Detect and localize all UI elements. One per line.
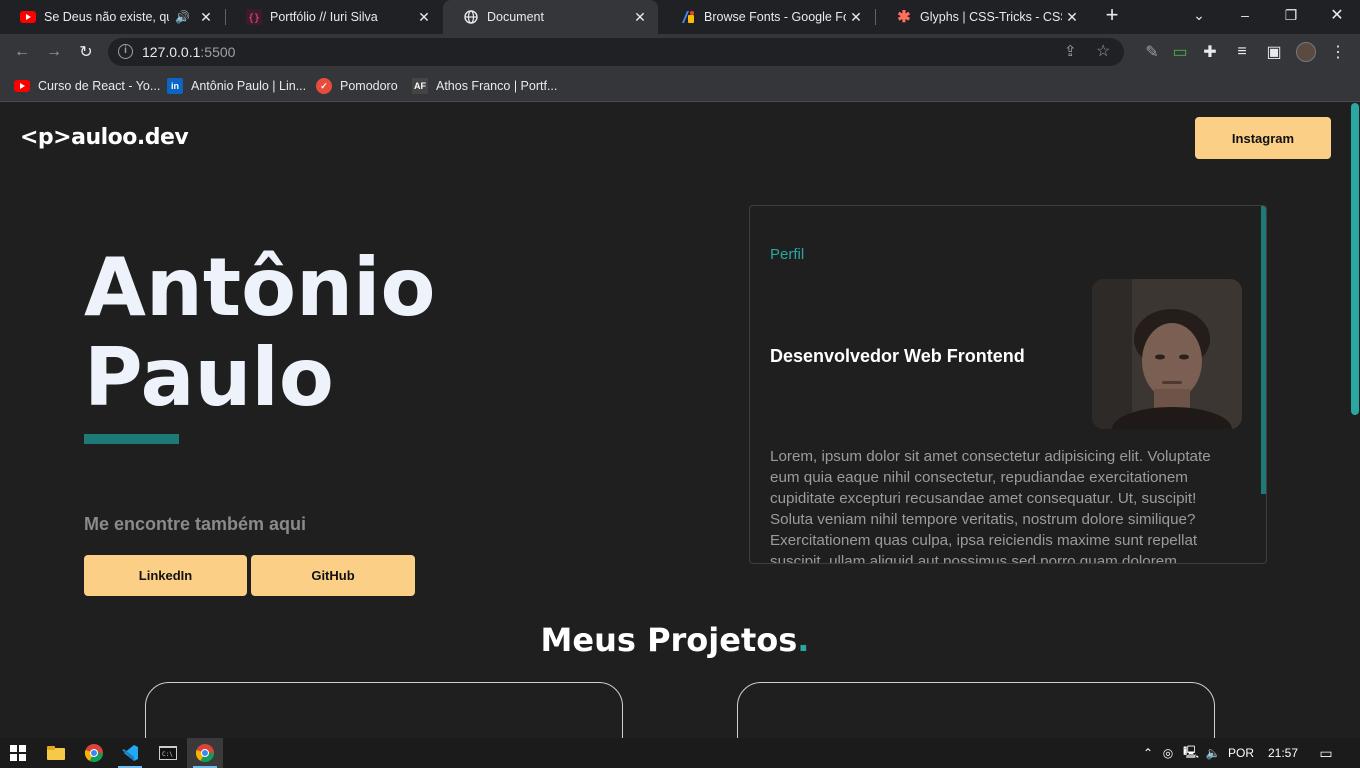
svg-text:C:\: C:\ bbox=[162, 751, 173, 758]
hero-last-name: Paulo bbox=[84, 331, 334, 424]
bookmark-star-icon[interactable]: ☆ bbox=[1096, 41, 1110, 61]
address-bar[interactable]: i 127.0.0.1:5500 ⇪ ☆ bbox=[108, 38, 1124, 66]
tab-google-fonts[interactable]: Browse Fonts - Google Fonts ✕ bbox=[660, 0, 874, 34]
new-tab-button[interactable]: + bbox=[1090, 0, 1134, 30]
file-explorer-icon[interactable] bbox=[38, 738, 74, 768]
find-me-heading: Me encontre também aqui bbox=[84, 514, 307, 534]
tab-css-tricks[interactable]: ✱ Glyphs | CSS-Tricks - CSS-Tric ✕ bbox=[876, 0, 1090, 34]
extension-pen-icon[interactable]: ✎ bbox=[1140, 40, 1164, 64]
page-scrollbar[interactable] bbox=[1350, 103, 1360, 738]
project-card[interactable] bbox=[737, 682, 1215, 738]
close-tab-icon[interactable]: ✕ bbox=[846, 9, 866, 26]
profile-role: Desenvolvedor Web Frontend bbox=[770, 346, 1025, 366]
forward-icon[interactable]: → bbox=[42, 40, 66, 64]
network-icon[interactable]: 🖳 bbox=[1180, 743, 1202, 764]
close-tab-icon[interactable]: ✕ bbox=[630, 9, 650, 26]
media-queue-icon[interactable]: ≡ bbox=[1230, 40, 1254, 64]
tab-document[interactable]: Document ✕ bbox=[443, 0, 658, 34]
profile-bio: Lorem, ipsum dolor sit amet consectetur … bbox=[770, 448, 1211, 564]
notifications-icon[interactable]: ▭ bbox=[1308, 745, 1344, 762]
minimize-button[interactable]: – bbox=[1222, 0, 1268, 30]
tab-strip: Se Deus não existe, qual 🔊 ✕ {} Portfóli… bbox=[0, 0, 1360, 34]
tab-youtube[interactable]: Se Deus não existe, qual 🔊 ✕ bbox=[0, 0, 224, 34]
input-language[interactable]: POR bbox=[1224, 746, 1258, 760]
tab-portfolio[interactable]: {} Portfólio // Iuri Silva ✕ bbox=[226, 0, 442, 34]
side-panel-icon[interactable]: ▣ bbox=[1262, 40, 1286, 64]
show-hidden-icons[interactable]: ⌃ bbox=[1140, 746, 1156, 760]
youtube-icon bbox=[20, 9, 36, 25]
profile-card: Perfil Desenvolvedor Web Frontend Lorem,… bbox=[749, 205, 1267, 564]
profile-avatar[interactable] bbox=[1294, 40, 1318, 64]
chrome-active-icon[interactable] bbox=[187, 738, 223, 768]
profile-photo bbox=[1092, 279, 1242, 429]
volume-icon[interactable]: 🔈 bbox=[1202, 746, 1224, 760]
terminal-icon[interactable]: C:\ bbox=[150, 738, 186, 768]
windows-taskbar: C:\ ⌃ ◎ 🖳 🔈 POR 21:57 ▭ bbox=[0, 738, 1360, 768]
profile-section-label: Perfil bbox=[770, 246, 805, 263]
hero-first-name: Antônio bbox=[84, 241, 436, 334]
hero-underline bbox=[84, 434, 179, 444]
linkedin-icon: in bbox=[167, 78, 183, 94]
tomato-icon: ✓ bbox=[316, 78, 332, 94]
hero-name: Antônio Paulo bbox=[84, 243, 435, 423]
vscode-icon[interactable] bbox=[112, 738, 148, 768]
card-scroll-accent[interactable] bbox=[1261, 206, 1266, 494]
tab-title: Document bbox=[487, 10, 544, 24]
tab-title: Browse Fonts - Google Fonts bbox=[704, 10, 846, 24]
code-brackets-icon: {} bbox=[246, 9, 262, 25]
google-fonts-icon bbox=[680, 9, 696, 25]
linkedin-button[interactable]: LinkedIn bbox=[84, 555, 247, 596]
chrome-icon[interactable] bbox=[76, 738, 112, 768]
share-icon[interactable]: ⇪ bbox=[1064, 42, 1077, 60]
bookmarks-bar: Curso de React - Yo... in Antônio Paulo … bbox=[0, 70, 1360, 102]
audio-icon[interactable]: 🔊 bbox=[175, 10, 190, 24]
extensions-puzzle-icon[interactable]: ✚ bbox=[1198, 40, 1222, 64]
tab-search-icon[interactable]: ⌄ bbox=[1176, 0, 1222, 30]
system-tray: ⌃ ◎ 🖳 🔈 POR 21:57 ▭ bbox=[1140, 738, 1344, 768]
back-icon[interactable]: ← bbox=[10, 40, 34, 64]
projects-heading: Meus Projetos. bbox=[540, 621, 810, 659]
bookmark-item[interactable]: ✓ Pomodoro bbox=[316, 76, 398, 96]
youtube-icon bbox=[14, 78, 30, 94]
restore-button[interactable]: ❐ bbox=[1268, 0, 1314, 30]
tab-title: Glyphs | CSS-Tricks - CSS-Tric bbox=[920, 10, 1062, 24]
instagram-button[interactable]: Instagram bbox=[1195, 117, 1331, 159]
bookmark-item[interactable]: Curso de React - Yo... bbox=[14, 76, 160, 96]
clock[interactable]: 21:57 bbox=[1258, 746, 1308, 760]
af-icon: AF bbox=[412, 78, 428, 94]
info-icon[interactable]: i bbox=[118, 44, 133, 59]
webcam-icon[interactable]: ◎ bbox=[1156, 746, 1180, 760]
css-tricks-icon: ✱ bbox=[897, 9, 911, 26]
site-logo[interactable]: <p>auloo.dev bbox=[20, 125, 189, 150]
project-card[interactable] bbox=[145, 682, 623, 738]
tab-title: Portfólio // Iuri Silva bbox=[270, 10, 378, 24]
url-text: 127.0.0.1:5500 bbox=[142, 44, 236, 60]
close-tab-icon[interactable]: ✕ bbox=[196, 9, 216, 26]
globe-icon bbox=[463, 9, 479, 25]
reload-icon[interactable]: ↻ bbox=[74, 40, 98, 64]
close-window-button[interactable]: ✕ bbox=[1314, 0, 1360, 30]
browser-toolbar: ← → ↻ i 127.0.0.1:5500 ⇪ ☆ ✎ ▭ ✚ ≡ ▣ ⋮ bbox=[0, 34, 1360, 70]
tab-title: Se Deus não existe, qual bbox=[44, 10, 169, 24]
svg-text:{}: {} bbox=[248, 13, 260, 24]
extension-screen-icon[interactable]: ▭ bbox=[1168, 40, 1192, 64]
windows-start-icon[interactable] bbox=[0, 738, 36, 768]
menu-icon[interactable]: ⋮ bbox=[1326, 40, 1350, 64]
github-button[interactable]: GitHub bbox=[251, 555, 415, 596]
close-tab-icon[interactable]: ✕ bbox=[414, 9, 434, 26]
close-tab-icon[interactable]: ✕ bbox=[1062, 9, 1082, 26]
scrollbar-thumb[interactable] bbox=[1351, 103, 1359, 415]
bookmark-item[interactable]: in Antônio Paulo | Lin... bbox=[167, 76, 306, 96]
page-content: <p>auloo.dev Instagram Antônio Paulo Me … bbox=[0, 103, 1350, 738]
bookmark-item[interactable]: AF Athos Franco | Portf... bbox=[412, 76, 557, 96]
